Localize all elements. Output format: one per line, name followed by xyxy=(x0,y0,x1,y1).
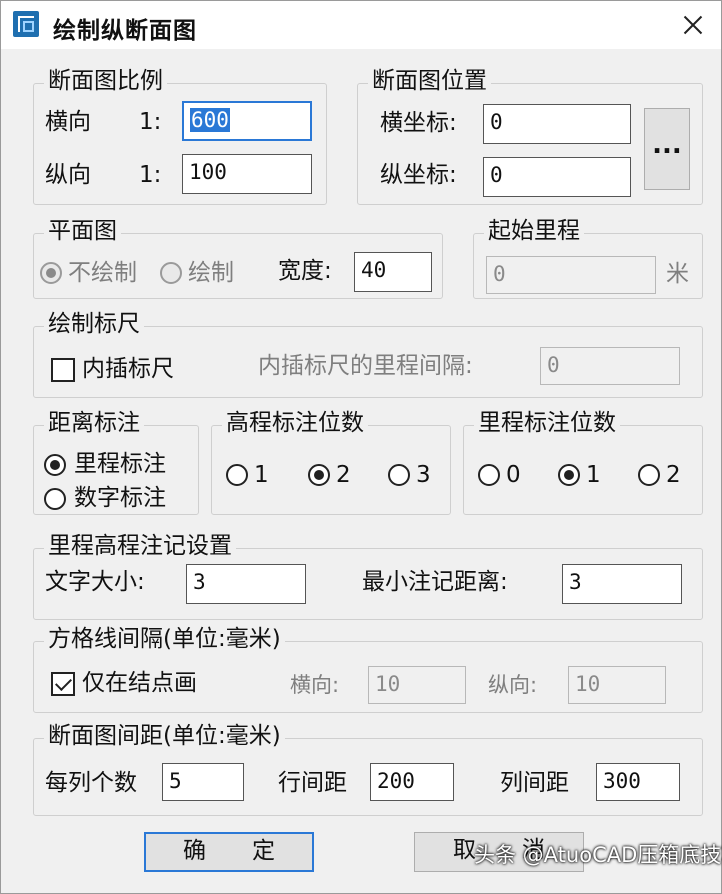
annotation-group: 里程高程注记设置 文字大小: 3 最小注记距离: 3 xyxy=(33,532,703,620)
font-size-label: 文字大小: xyxy=(45,569,145,595)
start-mileage-unit: 米 xyxy=(666,261,689,287)
spacing-group: 断面图间距(单位:毫米) 每列个数 5 行间距 200 列间距 300 xyxy=(33,722,703,816)
elevation-digits-radio-1[interactable] xyxy=(226,464,248,486)
plan-width-label: 宽度: xyxy=(278,258,332,284)
grid-vert-label: 纵向: xyxy=(488,673,538,697)
mileage-digits-group: 里程标注位数 0 1 2 xyxy=(463,409,703,515)
position-x-label: 横坐标: xyxy=(380,110,457,136)
per-col-label: 每列个数 xyxy=(45,770,137,796)
font-size-input[interactable]: 3 xyxy=(186,564,306,604)
scale-vert-label: 纵向 xyxy=(45,162,91,188)
watermark: 头条 @AtuoCAD压箱底技巧 xyxy=(474,843,722,867)
col-gap-label: 列间距 xyxy=(500,770,569,796)
app-icon xyxy=(13,11,39,37)
title-bar: 绘制纵断面图 xyxy=(1,1,721,49)
grid-horiz-input[interactable]: 10 xyxy=(368,666,466,704)
elevation-digits-radio-3[interactable] xyxy=(388,464,410,486)
per-col-input[interactable]: 5 xyxy=(162,763,244,801)
distance-digit-label: 数字标注 xyxy=(74,485,166,511)
start-mileage-input[interactable]: 0 xyxy=(486,256,656,294)
distance-digit-radio[interactable] xyxy=(44,488,66,510)
min-dist-input[interactable]: 3 xyxy=(562,564,682,604)
scale-horiz-prefix: 1: xyxy=(139,109,162,135)
grid-legend: 方格线间隔(单位:毫米) xyxy=(44,625,285,653)
plan-legend: 平面图 xyxy=(44,217,121,245)
spacing-legend: 断面图间距(单位:毫米) xyxy=(44,722,285,750)
scale-horiz-input[interactable]: 600 xyxy=(182,101,312,141)
plan-width-input[interactable]: 40 xyxy=(354,252,432,292)
scale-vert-input[interactable]: 100 xyxy=(182,154,312,194)
mileage-digits-label-0: 0 xyxy=(506,462,521,488)
distance-legend: 距离标注 xyxy=(44,409,144,437)
plan-group: 平面图 不绘制 绘制 宽度: 40 xyxy=(33,217,443,299)
distance-group: 距离标注 里程标注 数字标注 xyxy=(33,409,199,515)
ruler-group: 绘制标尺 内插标尺 内插标尺的里程间隔: 0 xyxy=(33,310,703,398)
mileage-digits-radio-0[interactable] xyxy=(478,464,500,486)
mileage-digits-label-1: 1 xyxy=(586,462,601,488)
col-gap-input[interactable]: 300 xyxy=(596,763,680,801)
close-icon[interactable] xyxy=(673,5,713,45)
row-gap-input[interactable]: 200 xyxy=(370,763,454,801)
interp-interval-input[interactable]: 0 xyxy=(540,347,680,385)
distance-mileage-radio[interactable] xyxy=(44,454,66,476)
elevation-digits-label-1: 1 xyxy=(254,462,269,488)
plan-draw-radio[interactable] xyxy=(160,262,182,284)
plan-no-draw-label: 不绘制 xyxy=(68,260,137,286)
elevation-digits-legend: 高程标注位数 xyxy=(222,409,368,437)
position-x-input[interactable]: 0 xyxy=(483,104,631,144)
pick-position-button[interactable]: ... xyxy=(644,108,690,190)
grid-horiz-label: 横向: xyxy=(290,673,340,697)
position-legend: 断面图位置 xyxy=(368,67,491,95)
start-mileage-group: 起始里程 0 米 xyxy=(473,217,703,299)
interp-interval-label: 内插标尺的里程间隔: xyxy=(258,353,473,379)
position-y-input[interactable]: 0 xyxy=(483,157,631,197)
mileage-digits-radio-1[interactable] xyxy=(558,464,580,486)
scale-group: 断面图比例 横向 1: 600 纵向 1: 100 xyxy=(33,67,327,205)
elevation-digits-group: 高程标注位数 1 2 3 xyxy=(211,409,451,515)
mileage-digits-legend: 里程标注位数 xyxy=(474,409,620,437)
start-mileage-legend: 起始里程 xyxy=(484,217,584,245)
interp-ruler-label: 内插标尺 xyxy=(82,356,174,382)
dialog-window: 绘制纵断面图 断面图比例 横向 1: 600 纵向 1: 100 断面图位置 横… xyxy=(0,0,722,894)
ruler-legend: 绘制标尺 xyxy=(44,310,144,338)
mileage-digits-radio-2[interactable] xyxy=(638,464,660,486)
plan-draw-label: 绘制 xyxy=(188,260,234,286)
scale-horiz-value: 600 xyxy=(190,108,230,132)
nodes-only-label: 仅在结点画 xyxy=(82,670,197,696)
scale-horiz-label: 横向 xyxy=(45,109,91,135)
annotation-legend: 里程高程注记设置 xyxy=(44,532,236,560)
min-dist-label: 最小注记距离: xyxy=(362,569,508,595)
dialog-title: 绘制纵断面图 xyxy=(53,18,197,44)
elevation-digits-label-2: 2 xyxy=(336,462,351,488)
elevation-digits-radio-2[interactable] xyxy=(308,464,330,486)
elevation-digits-label-3: 3 xyxy=(416,462,431,488)
nodes-only-checkbox[interactable] xyxy=(51,672,75,696)
mileage-digits-label-2: 2 xyxy=(666,462,681,488)
grid-vert-input[interactable]: 10 xyxy=(568,666,666,704)
scale-legend: 断面图比例 xyxy=(44,67,167,95)
ok-button[interactable]: 确 定 xyxy=(144,832,314,872)
distance-mileage-label: 里程标注 xyxy=(74,451,166,477)
row-gap-label: 行间距 xyxy=(278,770,347,796)
interp-ruler-checkbox[interactable] xyxy=(51,358,75,382)
scale-vert-prefix: 1: xyxy=(139,162,162,188)
grid-group: 方格线间隔(单位:毫米) 仅在结点画 横向: 10 纵向: 10 xyxy=(33,625,703,713)
position-y-label: 纵坐标: xyxy=(380,162,457,188)
position-group: 断面图位置 横坐标: 0 纵坐标: 0 ... xyxy=(357,67,703,205)
plan-no-draw-radio[interactable] xyxy=(40,262,62,284)
